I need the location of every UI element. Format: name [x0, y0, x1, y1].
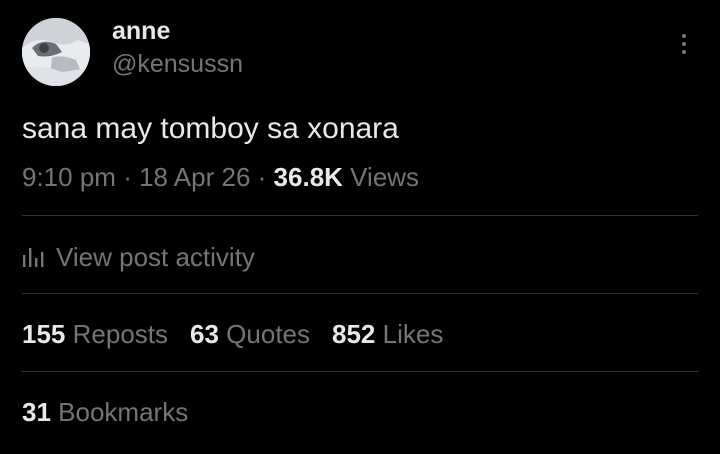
meta-separator: · [257, 162, 267, 192]
author-handle[interactable]: @kensussn [112, 51, 243, 77]
quotes-count: 63 [190, 319, 219, 349]
quotes-label: Quotes [226, 319, 310, 349]
analytics-icon [23, 248, 44, 267]
more-vertical-icon [678, 34, 690, 54]
bookmarks-stat[interactable]: 31 Bookmarks [22, 396, 188, 428]
view-post-activity-button[interactable]: View post activity [22, 241, 255, 273]
views-label: Views [350, 162, 420, 192]
tweet-time[interactable]: 9:10 pm [22, 162, 116, 192]
author-display-name[interactable]: anne [112, 18, 170, 44]
tweet-meta: 9:10 pm · 18 Apr 26 · 36.8K Views [22, 162, 419, 192]
reposts-label: Reposts [72, 319, 169, 349]
quotes-stat[interactable]: 63 Quotes [190, 318, 310, 350]
more-options-button[interactable] [678, 34, 690, 60]
reposts-count: 155 [22, 319, 66, 349]
views-count: 36.8K [273, 162, 343, 192]
avatar-photo-icon [22, 18, 90, 86]
meta-separator: · [123, 162, 132, 192]
view-post-activity-label: View post activity [56, 242, 255, 272]
reposts-stat[interactable]: 155 Reposts [22, 318, 168, 350]
tweet-text: sana may tomboy sa xonara [22, 112, 399, 145]
avatar[interactable] [22, 18, 90, 86]
likes-label: Likes [382, 319, 444, 349]
tweet-date[interactable]: 18 Apr 26 [139, 162, 250, 192]
divider [22, 215, 698, 216]
engagement-stats: 155 Reposts 63 Quotes 852 Likes [22, 318, 465, 350]
likes-stat[interactable]: 852 Likes [332, 318, 443, 350]
bookmarks-label: Bookmarks [58, 397, 189, 427]
divider [22, 371, 698, 372]
tweet-header: anne @kensussn [22, 18, 698, 88]
divider [22, 293, 698, 294]
likes-count: 852 [332, 319, 376, 349]
bookmarks-count: 31 [22, 397, 51, 427]
